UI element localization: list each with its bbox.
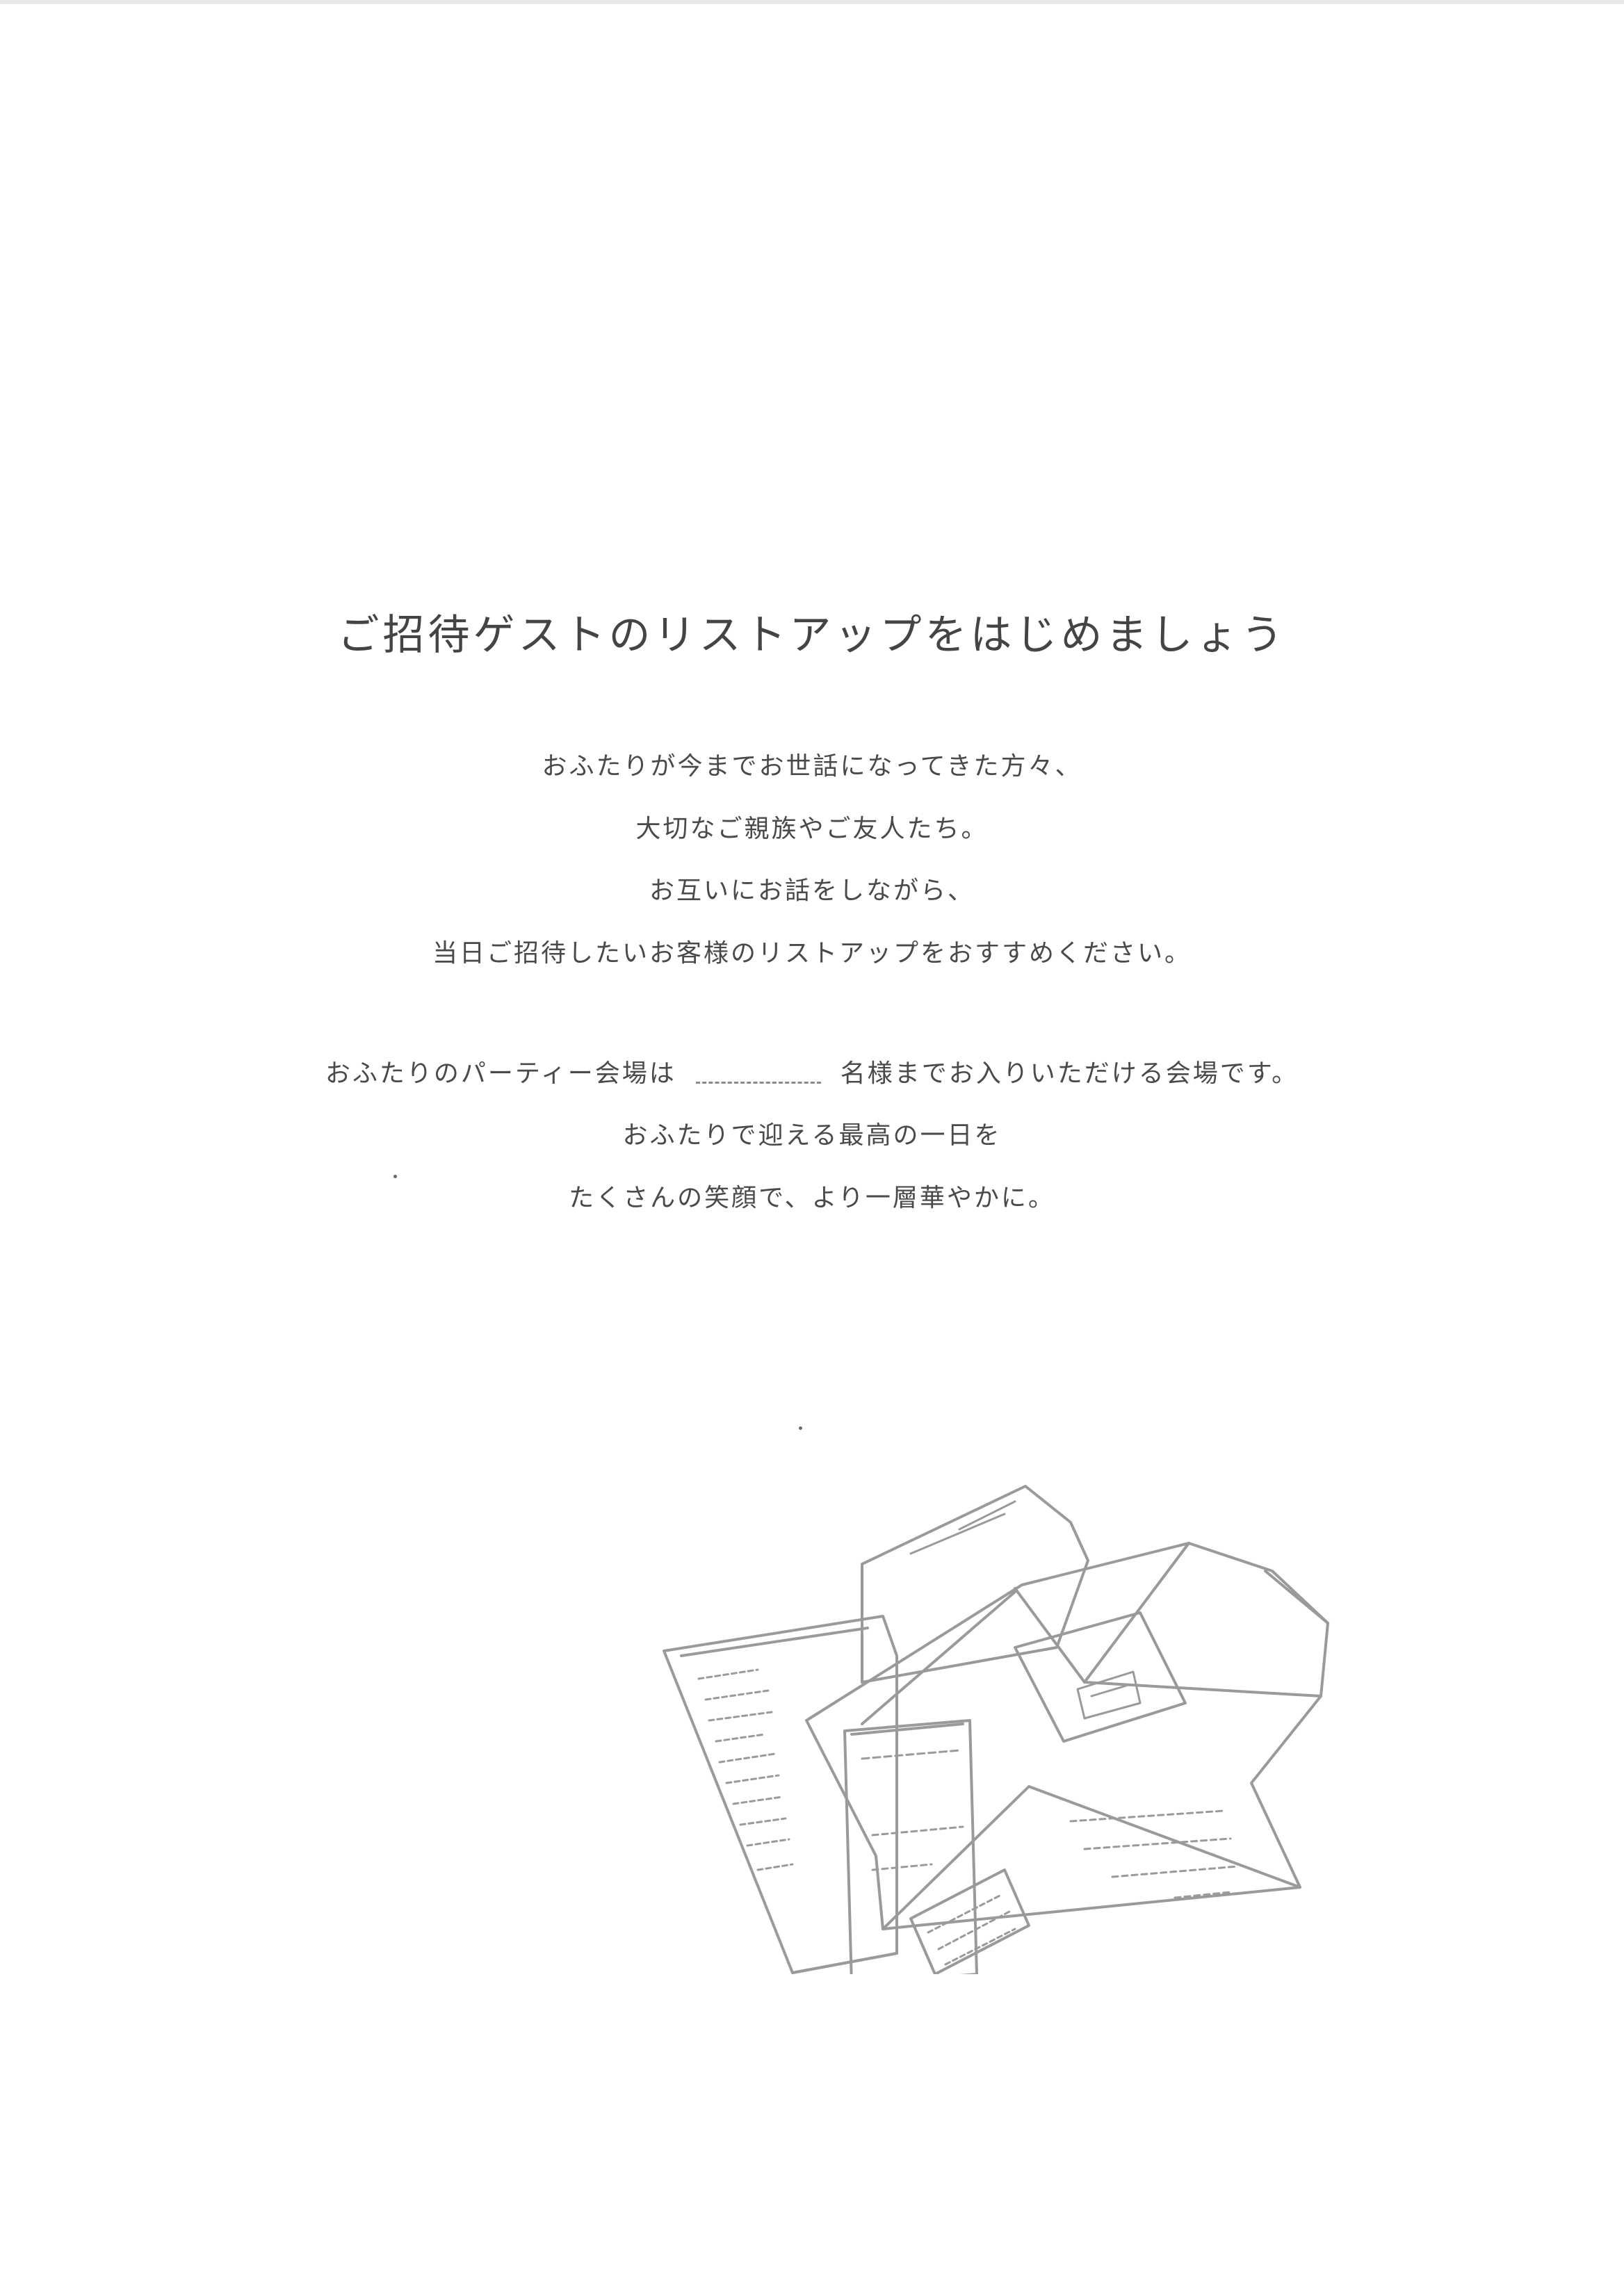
closing-line-1: おふたりで迎える最高の一日を [622,1121,1002,1150]
intro-line-4: 当日ご招待したいお客様のリストアップをおすすめください。 [432,939,1192,968]
intro-line-1: おふたりが今までお世話になってきた方々、 [542,752,1082,781]
scan-speck [393,1175,397,1178]
closing-line-2: たくさんの笑顔で、より一層華やかに。 [569,1184,1055,1212]
guest-count-blank [695,1066,821,1084]
envelope-card-drawing [1014,1611,1187,1743]
page-top-edge [0,0,1624,4]
invitation-envelopes-illustration [663,1485,1329,1974]
open-envelope-drawing [805,1485,1329,1930]
invitation-card-drawing [843,1719,978,1974]
intro-line-2: 大切なご親族やご友人たち。 [635,815,989,843]
page-title: ご招待ゲストのリストアップをはじめましょう [337,611,1287,660]
capacity-text-after: 名様までお入りいただける会場です。 [840,1059,1299,1088]
capacity-text-before: おふたりのパーティー会場は [325,1059,676,1088]
intro-line-3: お互いにお話をしながら、 [649,877,975,905]
scan-speck [799,1426,802,1430]
capacity-line: おふたりのパーティー会場は 名様までお入りいただける会場です。 [0,1053,1624,1089]
